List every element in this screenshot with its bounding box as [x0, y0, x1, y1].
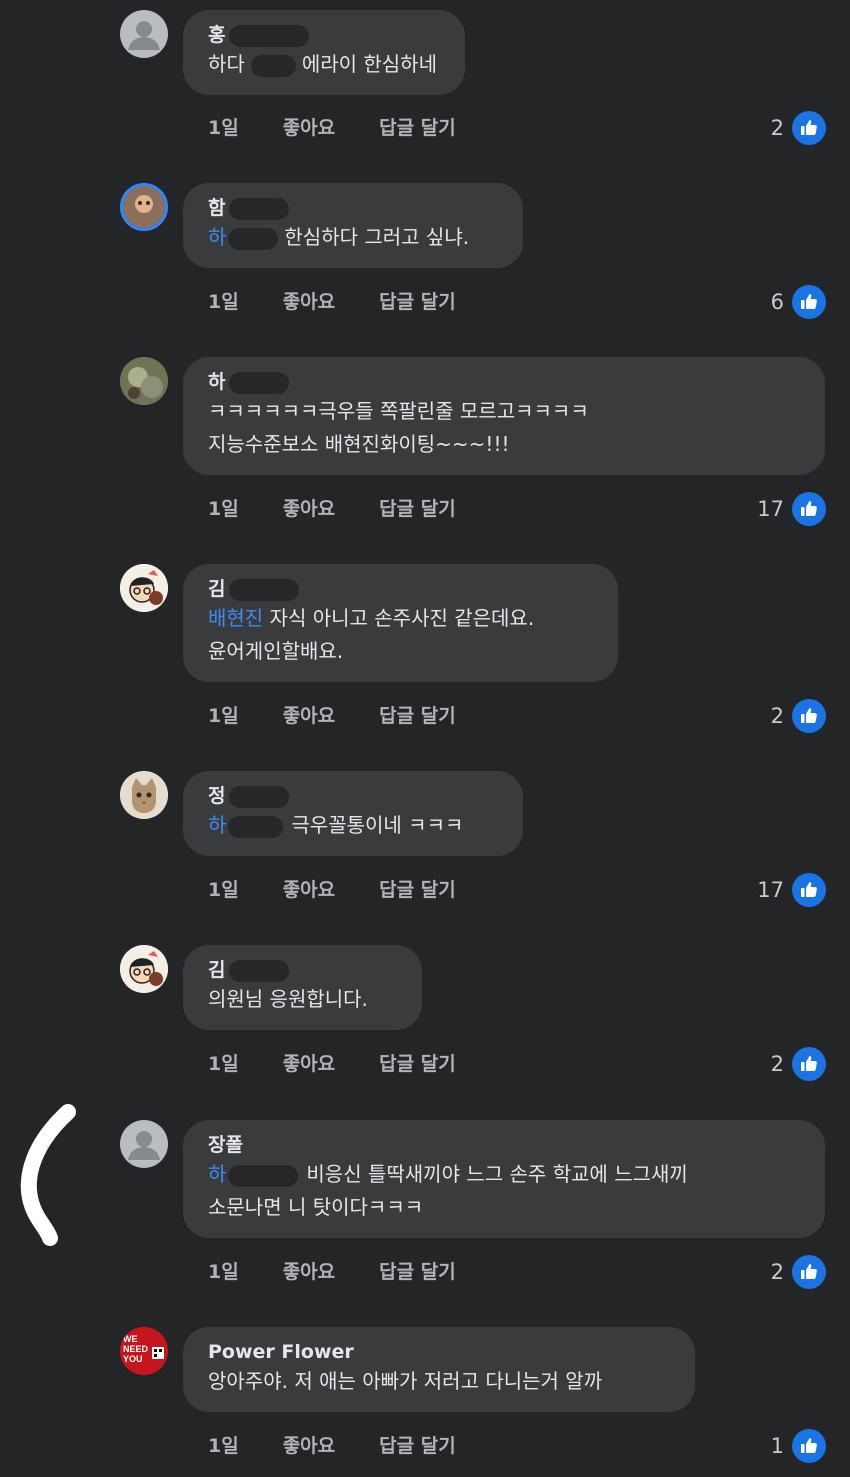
user-silhouette-icon [128, 1131, 160, 1160]
comment-time[interactable]: 1일 [208, 1257, 239, 1284]
avatar[interactable] [120, 357, 168, 405]
reaction-count[interactable]: 17 [757, 492, 826, 526]
cat-avatar-icon [120, 771, 168, 819]
comment-author[interactable]: 김 [208, 957, 397, 983]
comment-text: ㅋㅋㅋㅋㅋㅋ극우들 쪽팔린줄 모르고ㅋㅋㅋㅋ [208, 399, 589, 423]
like-button[interactable]: 좋아요 [283, 1431, 335, 1458]
comment-actions: 1일 좋아요 답글 달기 [208, 701, 500, 728]
comment-text: 하다 에라이 한심하네 [208, 52, 437, 77]
user-silhouette-icon [128, 21, 160, 50]
thumbs-up-icon [792, 699, 826, 733]
comment-time[interactable]: 1일 [208, 701, 239, 728]
comment-bubble: 김 배현진 자식 아니고 손주사진 같은데요. 윤어게인할배요. [183, 564, 618, 682]
comment-bubble: 홍 하다 에라이 한심하네 [183, 10, 465, 95]
comment-author[interactable]: 함 [208, 195, 498, 221]
mention-link[interactable]: 하 [208, 1162, 226, 1186]
like-button[interactable]: 좋아요 [283, 701, 335, 728]
reply-button[interactable]: 답글 달기 [379, 113, 456, 140]
cartoon-avatar-icon [120, 564, 168, 612]
reply-button[interactable]: 답글 달기 [379, 494, 456, 521]
like-button[interactable]: 좋아요 [283, 287, 335, 314]
avatar[interactable] [120, 771, 168, 819]
comment-actions: 1일 좋아요 답글 달기 [208, 287, 500, 314]
like-button[interactable]: 좋아요 [283, 1257, 335, 1284]
reply-button[interactable]: 답글 달기 [379, 701, 456, 728]
comment-text: 지능수준보소 배현진화이팅~~~!!! [208, 432, 510, 456]
thumbs-up-icon [792, 873, 826, 907]
handdrawn-bracket-annotation [20, 1104, 76, 1246]
comment-actions: 1일 좋아요 답글 달기 [208, 1049, 500, 1076]
comment-text: 하 극우꼴통이네 ㅋㅋㅋ [208, 813, 464, 838]
svg-text:YOU: YOU [123, 1354, 143, 1364]
comment-bubble: 김 의원님 응원합니다. [183, 945, 422, 1030]
profile-photo-icon [123, 186, 165, 228]
avatar[interactable] [120, 183, 168, 231]
comment-actions: 1일 좋아요 답글 달기 [208, 113, 500, 140]
comment-text: 의원님 응원합니다. [208, 987, 368, 1011]
like-button[interactable]: 좋아요 [283, 494, 335, 521]
thumbs-up-icon [792, 111, 826, 145]
thumbs-up-icon [792, 1047, 826, 1081]
svg-text:WE: WE [123, 1334, 138, 1344]
comment-author[interactable]: Power Flower [208, 1339, 670, 1365]
comment-bubble: Power Flower 앙아주야. 저 애는 아빠가 저러고 다니는거 알까 [183, 1327, 695, 1412]
comment-time[interactable]: 1일 [208, 494, 239, 521]
avatar[interactable] [120, 564, 168, 612]
like-button[interactable]: 좋아요 [283, 875, 335, 902]
comment-text: 하 비응신 틀딱새끼야 느그 손주 학교에 느그새끼 [208, 1162, 688, 1187]
reaction-count[interactable]: 2 [771, 1255, 826, 1289]
comment-author[interactable]: 홍 [208, 22, 440, 48]
mention-link[interactable]: 배현진 [208, 606, 263, 630]
reaction-count[interactable]: 2 [771, 1047, 826, 1081]
reply-button[interactable]: 답글 달기 [379, 287, 456, 314]
comment-bubble: 장폴 하 비응신 틀딱새끼야 느그 손주 학교에 느그새끼 소문나면 니 탓이다ㅋ… [183, 1120, 825, 1238]
comment-bubble: 정 하 극우꼴통이네 ㅋㅋㅋ [183, 771, 523, 856]
mention-link[interactable]: 하 [208, 813, 226, 837]
like-button[interactable]: 좋아요 [283, 113, 335, 140]
comment-actions: 1일 좋아요 답글 달기 [208, 1257, 500, 1284]
cartoon-avatar-icon [120, 945, 168, 993]
avatar[interactable] [120, 945, 168, 993]
badge-avatar-icon: WENEEDYOU [120, 1327, 168, 1375]
comment-time[interactable]: 1일 [208, 1049, 239, 1076]
comment-bubble: 하 ㅋㅋㅋㅋㅋㅋ극우들 쪽팔린줄 모르고ㅋㅋㅋㅋ 지능수준보소 배현진화이팅~~… [183, 357, 825, 475]
comment-text: 배현진 자식 아니고 손주사진 같은데요. [208, 606, 535, 630]
thumbs-up-icon [792, 492, 826, 526]
avatar[interactable] [120, 1120, 168, 1168]
avatar[interactable]: WE NEED YOU [120, 1327, 168, 1375]
comment-time[interactable]: 1일 [208, 875, 239, 902]
reaction-count[interactable]: 6 [771, 285, 826, 319]
comment-text: 하 한심하다 그러고 싶냐. [208, 225, 470, 250]
reaction-count[interactable]: 2 [771, 111, 826, 145]
like-button[interactable]: 좋아요 [283, 1049, 335, 1076]
mention-link[interactable]: 하 [208, 225, 226, 249]
comment-time[interactable]: 1일 [208, 287, 239, 314]
reaction-count[interactable]: 17 [757, 873, 826, 907]
reaction-count[interactable]: 1 [771, 1429, 826, 1463]
comment-time[interactable]: 1일 [208, 113, 239, 140]
comment-time[interactable]: 1일 [208, 1431, 239, 1458]
comment-bubble: 함 하 한심하다 그러고 싶냐. [183, 183, 523, 268]
comment-actions: 1일 좋아요 답글 달기 [208, 875, 500, 902]
reaction-count[interactable]: 2 [771, 699, 826, 733]
reply-button[interactable]: 답글 달기 [379, 1049, 456, 1076]
thumbs-up-icon [792, 1255, 826, 1289]
svg-text:NEED: NEED [123, 1344, 149, 1354]
comment-author[interactable]: 김 [208, 576, 593, 602]
comment-actions: 1일 좋아요 답글 달기 [208, 494, 500, 521]
reply-button[interactable]: 답글 달기 [379, 1257, 456, 1284]
comment-actions: 1일 좋아요 답글 달기 [208, 1431, 500, 1458]
comment-author[interactable]: 하 [208, 369, 800, 395]
reply-button[interactable]: 답글 달기 [379, 875, 456, 902]
comment-author[interactable]: 정 [208, 783, 498, 809]
comment-author[interactable]: 장폴 [208, 1132, 800, 1158]
comment-text: 윤어게인할배요. [208, 639, 344, 663]
thumbs-up-icon [792, 1429, 826, 1463]
reply-button[interactable]: 답글 달기 [379, 1431, 456, 1458]
thumbs-up-icon [792, 285, 826, 319]
profile-photo-icon [120, 357, 168, 405]
comment-text: 소문나면 니 탓이다ㅋㅋㅋ [208, 1195, 424, 1219]
avatar[interactable] [120, 10, 168, 58]
comment-text: 앙아주야. 저 애는 아빠가 저러고 다니는거 알까 [208, 1369, 603, 1393]
